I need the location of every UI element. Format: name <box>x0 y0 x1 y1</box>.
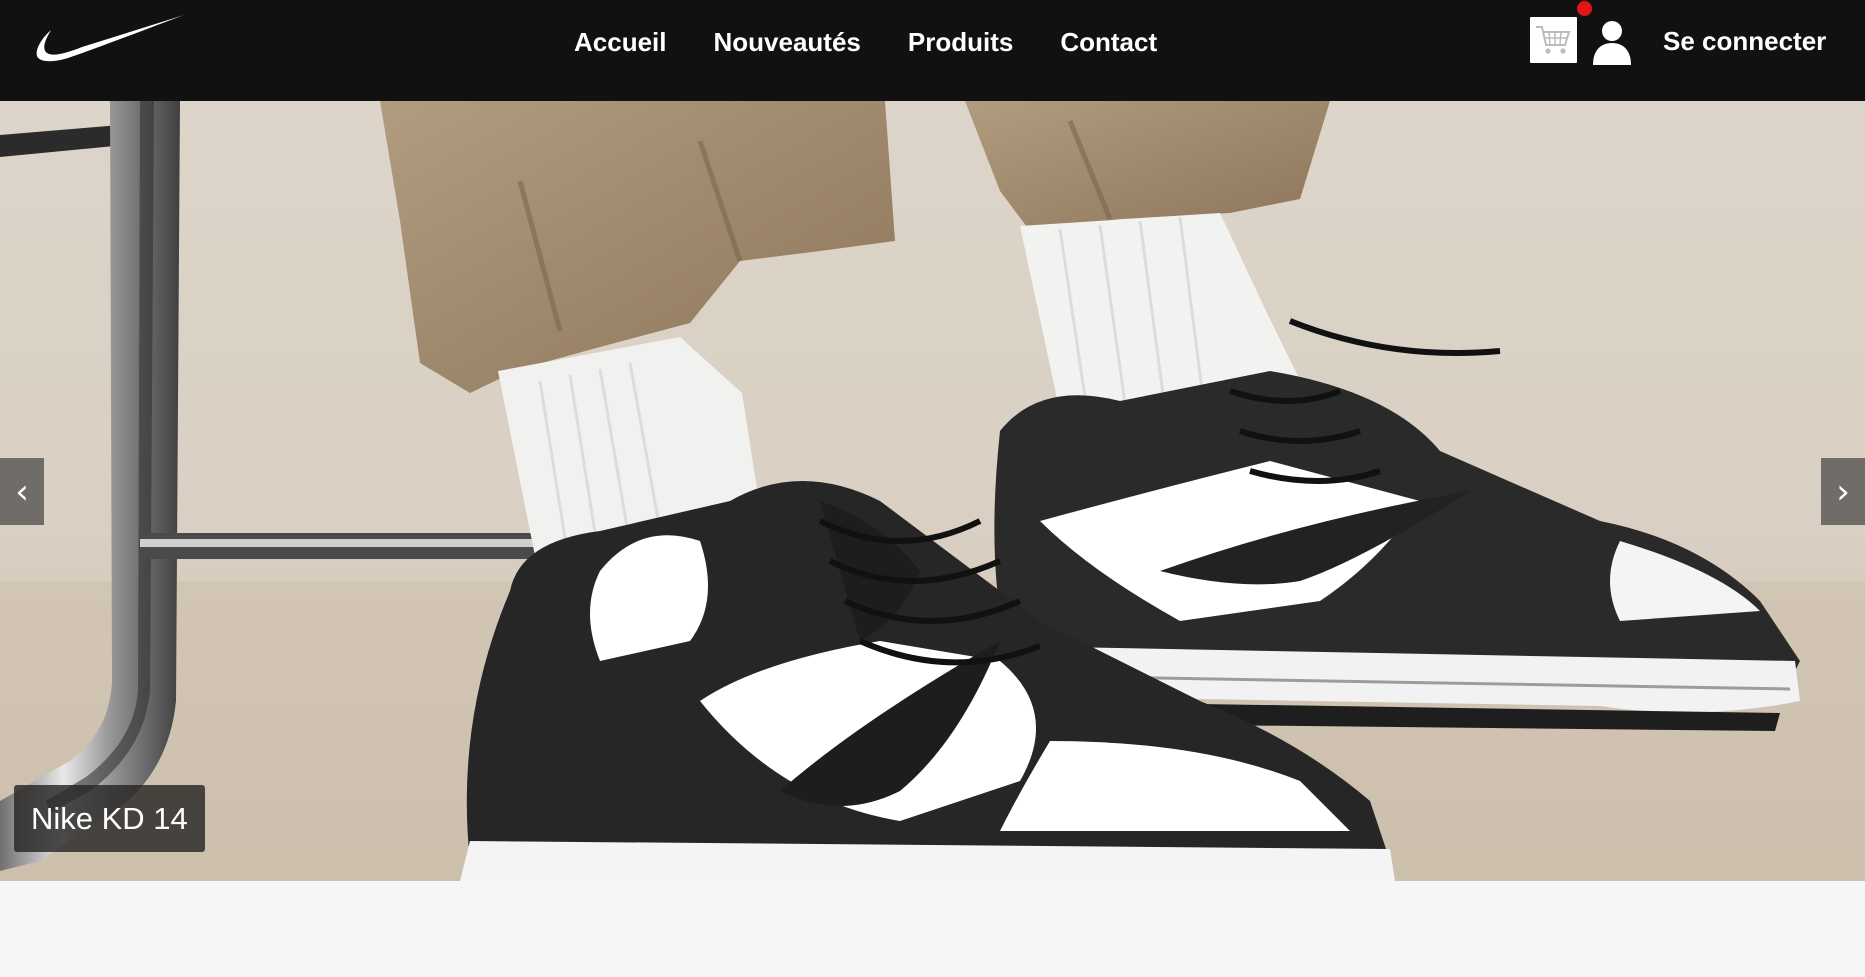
sneaker-photo <box>0 101 1865 881</box>
nav-link-nouveautes[interactable]: Nouveautés <box>714 27 861 58</box>
user-icon[interactable] <box>1592 19 1632 65</box>
cart-badge <box>1577 1 1592 16</box>
cart-button[interactable] <box>1530 17 1577 63</box>
hero-slider: ‹ › Nike KD 14 <box>0 101 1865 881</box>
nav-link-contact[interactable]: Contact <box>1060 27 1157 58</box>
nav-link-accueil[interactable]: Accueil <box>574 27 667 58</box>
cart-icon <box>1536 26 1571 54</box>
main-nav: Accueil Nouveautés Produits Contact <box>574 0 1204 84</box>
nav-link-produits[interactable]: Produits <box>908 27 1013 58</box>
site-header: Accueil Nouveautés Produits Contact Se c… <box>0 0 1865 101</box>
slide-caption: Nike KD 14 <box>14 785 205 852</box>
slider-next-button[interactable]: › <box>1821 458 1865 525</box>
nike-swoosh-icon[interactable] <box>34 12 186 70</box>
content-area <box>0 881 1865 977</box>
login-link[interactable]: Se connecter <box>1663 26 1826 57</box>
slider-prev-button[interactable]: ‹ <box>0 458 44 525</box>
